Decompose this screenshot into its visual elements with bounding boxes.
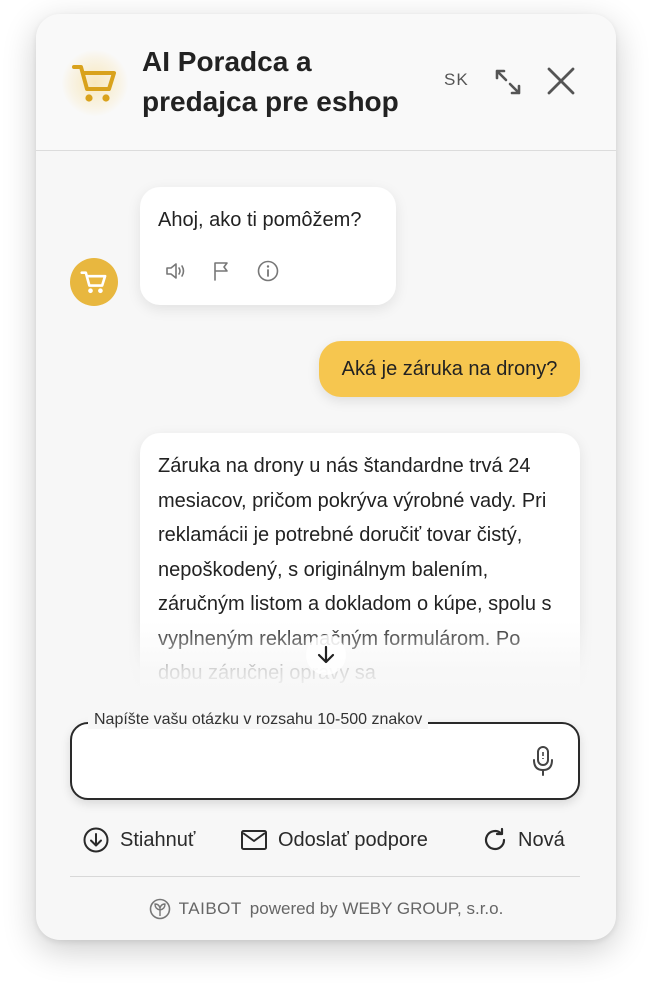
taibot-logo-icon: [149, 898, 170, 920]
chat-header: AI Poradca a predajca pre eshop SK: [36, 14, 616, 151]
microphone-button[interactable]: [528, 744, 558, 778]
microphone-icon: [533, 746, 553, 776]
question-input[interactable]: [90, 744, 514, 780]
send-to-support-button[interactable]: Odoslať podpore: [240, 820, 428, 860]
shopping-cart-icon: [62, 50, 128, 116]
arrow-down-icon: [317, 645, 335, 664]
close-icon: [547, 67, 575, 95]
shopping-cart-icon: [80, 271, 107, 294]
new-chat-label: Nová: [518, 828, 565, 851]
footer-divider: [70, 876, 580, 877]
footer-brand: TAIBOT: [178, 899, 242, 918]
message-actions: [164, 259, 280, 283]
message-text: Ahoj, ako ti pomôžem?: [158, 209, 362, 231]
language-switch[interactable]: SK: [444, 70, 469, 90]
download-button[interactable]: Stiahnuť: [82, 820, 195, 860]
scroll-down-button[interactable]: [306, 635, 346, 675]
footer: TAIBOT powered by WEBY GROUP, s.r.o.: [36, 894, 616, 924]
footer-text: powered by WEBY GROUP, s.r.o.: [249, 899, 504, 918]
download-icon: [83, 827, 109, 853]
support-label: Odoslať podpore: [278, 828, 428, 851]
refresh-icon: [484, 827, 506, 851]
input-label: Napíšte vašu otázku v rozsahu 10-500 zna…: [88, 711, 429, 729]
user-message: Aká je záruka na drony?: [319, 341, 580, 397]
flag-icon[interactable]: [210, 259, 234, 283]
expand-button[interactable]: [490, 64, 526, 100]
expand-arrows-icon: [495, 69, 521, 95]
message-text: Záruka na drony u nás štandardne trvá 24…: [158, 455, 552, 684]
chat-title: AI Poradca a predajca pre eshop: [142, 46, 399, 117]
chat-widget: AI Poradca a predajca pre eshop SK Ahoj,…: [36, 14, 616, 940]
close-button[interactable]: [542, 62, 580, 100]
bot-message: Záruka na drony u nás štandardne trvá 24…: [140, 433, 580, 691]
speaker-icon[interactable]: [164, 259, 188, 283]
info-icon[interactable]: [256, 259, 280, 283]
download-label: Stiahnuť: [120, 828, 196, 851]
message-list[interactable]: Ahoj, ako ti pomôžem? Aká je záruka na d…: [36, 151, 616, 691]
mail-icon: [241, 830, 267, 850]
question-input-container: Napíšte vašu otázku v rozsahu 10-500 zna…: [70, 711, 580, 800]
bot-avatar: [70, 258, 118, 306]
bot-message: Ahoj, ako ti pomôžem?: [140, 187, 396, 305]
chat-toolbar: Stiahnuť Odoslať podpore Nová: [36, 820, 616, 860]
new-chat-button[interactable]: Nová: [482, 820, 565, 860]
